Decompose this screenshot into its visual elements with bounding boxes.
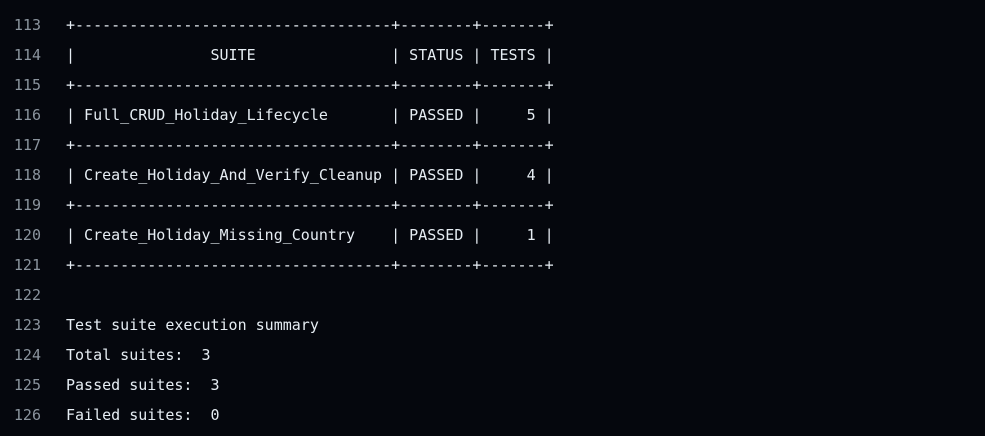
log-line-115: 115 +-----------------------------------… xyxy=(0,70,985,100)
table-row: | Full_CRUD_Holiday_Lifecycle | PASSED |… xyxy=(66,106,554,124)
table-border: +-----------------------------------+---… xyxy=(66,196,554,214)
line-number[interactable]: 115 xyxy=(0,70,41,100)
summary-failed-suites: Failed suites: 0 xyxy=(66,406,220,424)
log-line-119: 119 +-----------------------------------… xyxy=(0,190,985,220)
table-header-row: | SUITE | STATUS | TESTS | xyxy=(66,46,554,64)
log-line-112: 112 xyxy=(0,0,985,10)
log-line-124: 124 Total suites: 3 xyxy=(0,340,985,370)
line-number[interactable]: 121 xyxy=(0,250,41,280)
log-line-120: 120 | Create_Holiday_Missing_Country | P… xyxy=(0,220,985,250)
log-line-117: 117 +-----------------------------------… xyxy=(0,130,985,160)
log-line-118: 118 | Create_Holiday_And_Verify_Cleanup … xyxy=(0,160,985,190)
log-viewer[interactable]: 112 113 +-------------------------------… xyxy=(0,0,985,436)
summary-passed-suites: Passed suites: 3 xyxy=(66,376,220,394)
table-row: | Create_Holiday_Missing_Country | PASSE… xyxy=(66,226,554,244)
line-number[interactable]: 123 xyxy=(0,310,41,340)
line-number[interactable]: 118 xyxy=(0,160,41,190)
log-line-113: 113 +-----------------------------------… xyxy=(0,10,985,40)
log-line-122: 122 xyxy=(0,280,985,310)
summary-heading: Test suite execution summary xyxy=(66,316,319,334)
log-line-123: 123 Test suite execution summary xyxy=(0,310,985,340)
line-number[interactable]: 117 xyxy=(0,130,41,160)
log-line-121: 121 +-----------------------------------… xyxy=(0,250,985,280)
log-lines: 112 113 +-------------------------------… xyxy=(0,0,985,430)
line-number[interactable]: 114 xyxy=(0,40,41,70)
line-number[interactable]: 112 xyxy=(0,0,41,10)
table-border-bottom: +-----------------------------------+---… xyxy=(66,256,554,274)
log-line-125: 125 Passed suites: 3 xyxy=(0,370,985,400)
log-line-126: 126 Failed suites: 0 xyxy=(0,400,985,430)
summary-total-suites: Total suites: 3 xyxy=(66,346,211,364)
line-number[interactable]: 113 xyxy=(0,10,41,40)
table-row: | Create_Holiday_And_Verify_Cleanup | PA… xyxy=(66,166,554,184)
line-number[interactable]: 126 xyxy=(0,400,41,430)
table-border: +-----------------------------------+---… xyxy=(66,76,554,94)
line-number[interactable]: 119 xyxy=(0,190,41,220)
log-line-116: 116 | Full_CRUD_Holiday_Lifecycle | PASS… xyxy=(0,100,985,130)
line-number[interactable]: 116 xyxy=(0,100,41,130)
table-border-top: +-----------------------------------+---… xyxy=(66,16,554,34)
line-number[interactable]: 124 xyxy=(0,340,41,370)
line-number[interactable]: 122 xyxy=(0,280,41,310)
log-line-114: 114 | SUITE | STATUS | TESTS | xyxy=(0,40,985,70)
line-number[interactable]: 120 xyxy=(0,220,41,250)
table-border: +-----------------------------------+---… xyxy=(66,136,554,154)
line-number[interactable]: 125 xyxy=(0,370,41,400)
